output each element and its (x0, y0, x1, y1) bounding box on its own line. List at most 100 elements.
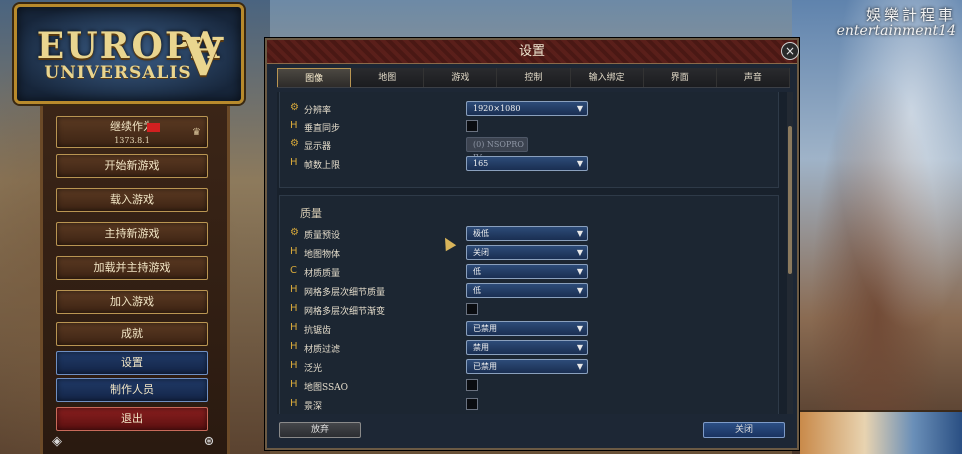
setting-row-map-ssao: H 地图SSAO (288, 378, 588, 396)
exit-button[interactable]: 退出 (56, 407, 208, 431)
chevron-down-icon: ▼ (576, 267, 583, 276)
setting-row-resolution: ⚙ 分辨率 1920×1080 ▼ (288, 101, 588, 119)
setting-row-antialiasing: H 抗锯齿 已禁用 ▼ (288, 321, 588, 339)
h-icon: H (290, 322, 298, 333)
gear-icon: ⚙ (290, 138, 299, 149)
setting-label: 抗锯齿 (304, 326, 332, 336)
chevron-down-icon: ▼ (576, 324, 583, 333)
setting-label: 地图SSAO (304, 383, 349, 393)
setting-label: 泛光 (304, 364, 323, 374)
display-section: ⚙ 分辨率 1920×1080 ▼ H 垂直同步 ⚙ 显示器 (0) NSOPR… (279, 92, 779, 188)
map-ssao-checkbox[interactable] (466, 379, 478, 391)
setting-row-mesh-lod-fade: H 网格多层次细节渐变 (288, 302, 588, 320)
mesh-lod-fade-checkbox[interactable] (466, 303, 478, 315)
close-icon[interactable]: × (781, 42, 799, 60)
depth-of-field-checkbox[interactable] (466, 398, 478, 410)
texture-filtering-dropdown[interactable]: 禁用 ▼ (466, 340, 588, 355)
setting-row-framerate: H 帧数上限 165 ▼ (288, 156, 588, 174)
chevron-down-icon: ▼ (576, 286, 583, 295)
paradox-icon[interactable]: ◈ (49, 434, 65, 450)
setting-label: 材质质量 (304, 269, 341, 279)
credits-button[interactable]: 制作人员 (56, 378, 208, 402)
settings-content: ⚙ 分辨率 1920×1080 ▼ H 垂直同步 ⚙ 显示器 (0) NSOPR… (277, 92, 789, 414)
discard-button[interactable]: 放弃 (279, 422, 361, 438)
background-thumbnail (800, 410, 962, 454)
host-new-game-button[interactable]: 主持新游戏 (56, 222, 208, 246)
load-game-button[interactable]: 载入游戏 (56, 188, 208, 212)
setting-label: 网格多层次细节渐变 (304, 307, 386, 317)
h-icon: H (290, 246, 298, 257)
dropdown-value: 极低 (473, 229, 489, 238)
setting-row-mesh-lod-quality: H 网格多层次细节质量 低 ▼ (288, 283, 588, 301)
setting-label: 垂直同步 (304, 124, 341, 134)
h-icon: H (290, 157, 298, 168)
chevron-down-icon: ▼ (576, 159, 583, 168)
setting-label: 质量预设 (304, 231, 341, 241)
dropdown-value: 1920×1080 (473, 104, 521, 113)
setting-label: 材质过滤 (304, 345, 341, 355)
setting-row-monitor: ⚙ 显示器 (0) NSOPRO IV (288, 137, 588, 162)
game-logo: EUROPA UNIVERSALIS V (14, 4, 244, 104)
h-icon: H (290, 120, 298, 131)
tab-sound[interactable]: 声音 (716, 68, 790, 87)
h-icon: H (290, 360, 298, 371)
quality-preset-dropdown[interactable]: 极低 ▼ (466, 226, 588, 241)
h-icon: H (290, 398, 298, 409)
new-game-button[interactable]: 开始新游戏 (56, 154, 208, 178)
h-icon: H (290, 284, 298, 295)
dropdown-value: 关闭 (473, 248, 489, 257)
vsync-checkbox[interactable] (466, 120, 478, 132)
setting-label: 景深 (304, 402, 323, 412)
crown-icon: ♛ (192, 127, 201, 138)
main-menu: 继续作为 1373.8.1 ♛ 开始新游戏 载入游戏 主持新游戏 加载并主持游戏… (40, 106, 230, 454)
settings-tabs: 图像 地图 游戏 控制 输入绑定 界面 声音 (277, 68, 790, 88)
watermark-en: entertainment14 (836, 23, 956, 39)
load-and-host-button[interactable]: 加载并主持游戏 (56, 256, 208, 280)
tab-game[interactable]: 游戏 (424, 68, 498, 87)
bloom-dropdown[interactable]: 已禁用 ▼ (466, 359, 588, 374)
close-button[interactable]: 关闭 (703, 422, 785, 438)
resolution-dropdown[interactable]: 1920×1080 ▼ (466, 101, 588, 116)
scrollbar-thumb[interactable] (788, 126, 792, 274)
tab-keybindings[interactable]: 输入绑定 (570, 68, 644, 87)
chevron-down-icon: ▼ (576, 104, 583, 113)
settings-button[interactable]: 设置 (56, 351, 208, 375)
dialog-title: 设置 (267, 40, 797, 64)
gear-icon: ⚙ (290, 227, 299, 238)
setting-label: 分辨率 (304, 106, 332, 116)
setting-row-depth-of-field: H 景深 (288, 397, 588, 414)
tab-controls[interactable]: 控制 (497, 68, 571, 87)
chevron-down-icon: ▼ (576, 248, 583, 257)
dropdown-value: 165 (473, 159, 489, 168)
setting-row-texture-quality: C 材质质量 低 ▼ (288, 264, 588, 282)
join-game-button[interactable]: 加入游戏 (56, 290, 208, 314)
quality-section: 质量 ⚙ 质量预设 极低 ▼ H 地图物体 关闭 ▼ C 材质质量 低 ▼ H … (279, 195, 779, 414)
settings-scrollbar[interactable] (787, 92, 793, 414)
steam-icon[interactable]: ⊛ (201, 434, 217, 450)
setting-row-map-objects: H 地图物体 关闭 ▼ (288, 245, 588, 263)
tab-map[interactable]: 地图 (351, 68, 425, 87)
country-flag-icon (147, 123, 160, 132)
logo-numeral: V (182, 27, 223, 88)
monitor-dropdown: (0) NSOPRO IV (466, 137, 528, 162)
watermark: 娛樂計程車 entertainment14 (837, 4, 956, 39)
background-painting-right (792, 0, 962, 454)
section-title: 质量 (300, 207, 322, 220)
texture-quality-dropdown[interactable]: 低 ▼ (466, 264, 588, 279)
setting-row-bloom: H 泛光 已禁用 ▼ (288, 359, 588, 377)
map-objects-dropdown[interactable]: 关闭 ▼ (466, 245, 588, 260)
continue-date: 1373.8.1 (114, 136, 150, 145)
setting-row-quality-preset: ⚙ 质量预设 极低 ▼ (288, 226, 588, 244)
antialiasing-dropdown[interactable]: 已禁用 ▼ (466, 321, 588, 336)
dropdown-value: 低 (473, 267, 481, 276)
mesh-lod-quality-dropdown[interactable]: 低 ▼ (466, 283, 588, 298)
tab-interface[interactable]: 界面 (643, 68, 717, 87)
dropdown-value: 已禁用 (473, 362, 497, 371)
continue-button[interactable]: 继续作为 1373.8.1 ♛ (56, 116, 208, 148)
achievements-button[interactable]: 成就 (56, 322, 208, 346)
chevron-down-icon: ▼ (576, 343, 583, 352)
framerate-dropdown[interactable]: 165 ▼ (466, 156, 588, 171)
setting-label: 地图物体 (304, 250, 341, 260)
chevron-down-icon: ▼ (576, 362, 583, 371)
tab-graphics[interactable]: 图像 (277, 68, 352, 87)
